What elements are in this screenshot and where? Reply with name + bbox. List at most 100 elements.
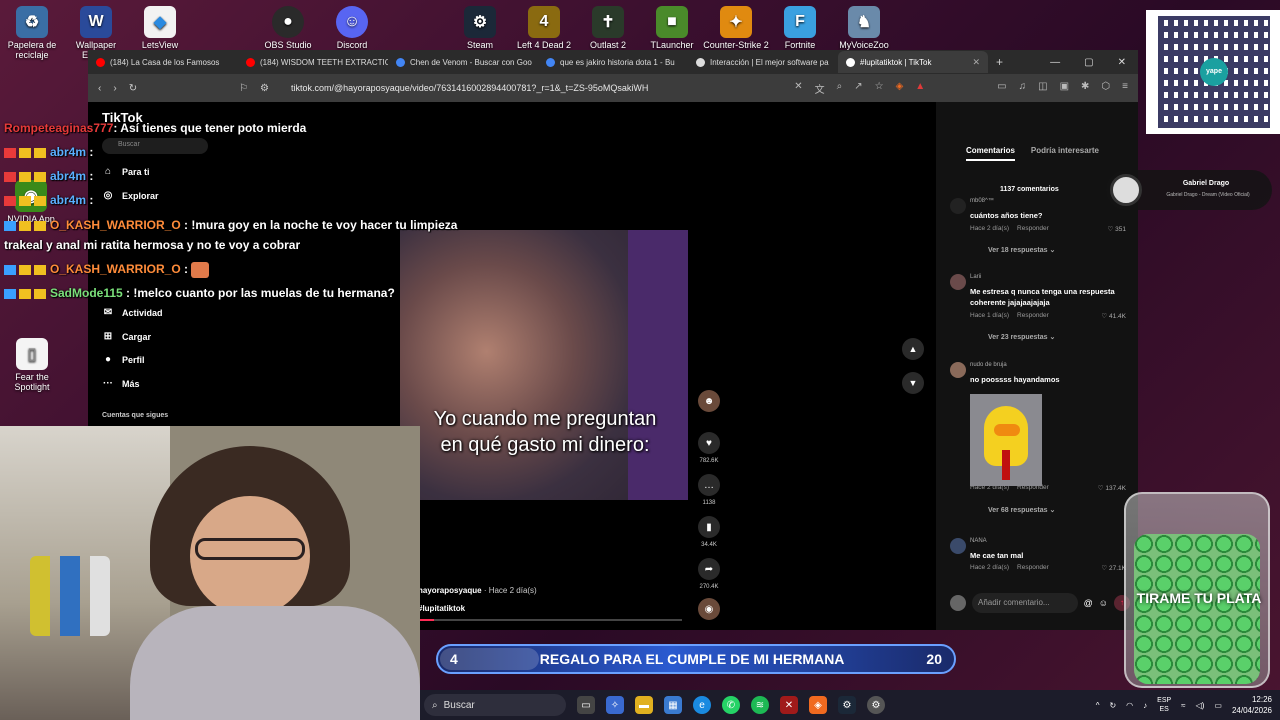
file-explorer-icon[interactable]: ▬ <box>635 696 653 714</box>
translate-icon[interactable]: 文 <box>815 81 825 96</box>
volume-icon[interactable]: ◁) <box>1196 701 1205 710</box>
language-indicator[interactable]: ESP ES <box>1157 696 1171 714</box>
brave-icon[interactable]: ◈ <box>809 696 827 714</box>
bookmark-icon[interactable]: ⚐ <box>239 83 248 94</box>
sidebar-icon[interactable]: ▭ <box>997 81 1006 96</box>
close-tab-icon[interactable]: ✕ <box>972 57 980 68</box>
nav-perfil[interactable]: ● Perfil <box>102 354 145 366</box>
view-replies-button[interactable]: Ver 18 respuestas ⌄ <box>988 246 1055 254</box>
edge-icon[interactable]: e <box>693 696 711 714</box>
brave-shield-icon[interactable]: ◈ <box>896 81 904 96</box>
music-icon[interactable]: ♫ <box>1019 81 1027 96</box>
reply-button[interactable]: Responder <box>1017 225 1049 232</box>
save-button[interactable]: ▮ 34.4K <box>696 516 722 548</box>
new-tab-icon[interactable]: + <box>996 55 1003 69</box>
comment-like-button[interactable]: ♡ 27.1K <box>1101 564 1126 572</box>
battery-icon[interactable]: ▭ <box>1214 701 1222 710</box>
tiktok-search-input[interactable]: Buscar <box>102 138 208 154</box>
obs-shortcut[interactable]: ● OBS Studio <box>253 6 323 50</box>
forward-icon[interactable]: › <box>113 83 116 94</box>
browser-tab[interactable]: Interacción | El mejor software pa <box>688 51 838 73</box>
avatar[interactable] <box>950 362 966 378</box>
nav-mas[interactable]: ··· Más <box>102 378 140 390</box>
video-player[interactable]: Yo cuando me preguntan en qué gasto mi d… <box>400 230 688 500</box>
network-icon[interactable]: ◠ <box>1126 701 1133 710</box>
steam-icon[interactable]: ⚙ <box>838 696 856 714</box>
next-video-button[interactable]: ▼ <box>902 372 924 394</box>
video-hashtag[interactable]: #lupitatiktok <box>418 604 465 613</box>
copilot-icon[interactable]: ✧ <box>606 696 624 714</box>
extensions-icon[interactable]: ✱ <box>1081 81 1089 96</box>
spotify-icon[interactable]: ≋ <box>751 696 769 714</box>
taskbar-search[interactable]: ⌕ Buscar <box>424 694 566 716</box>
tlauncher-shortcut[interactable]: ■ TLauncher <box>637 6 707 50</box>
browser-tab[interactable]: (184) La Casa de los Famosos <box>88 51 238 73</box>
menu-icon[interactable]: ≡ <box>1122 81 1128 96</box>
comment-like-button[interactable]: ♡ 137.4K <box>1098 484 1126 492</box>
avatar[interactable] <box>950 198 966 214</box>
split-view-icon[interactable]: ◫ <box>1038 81 1047 96</box>
chevron-up-icon[interactable]: ^ <box>1096 701 1100 710</box>
l4d2-shortcut[interactable]: 4 Left 4 Dead 2 <box>509 6 579 50</box>
fear-the-spotlight-shortcut[interactable]: ▯ Fear the Spotlight <box>0 338 67 392</box>
vpn-icon[interactable]: ⬡ <box>1101 81 1110 96</box>
avatar[interactable] <box>950 538 966 554</box>
comment-image-duck[interactable] <box>970 394 1042 486</box>
share-icon[interactable]: ↗ <box>854 81 862 96</box>
star-icon[interactable]: ☆ <box>875 81 884 96</box>
nav-explorar[interactable]: ◎ Explorar <box>102 190 159 202</box>
steam-shortcut[interactable]: ⚙ Steam <box>445 6 515 50</box>
brave-rewards-icon[interactable]: ▲ <box>915 81 925 96</box>
video-author[interactable]: hayoraposyaque <box>418 586 482 595</box>
minimize-icon[interactable]: — <box>1050 57 1060 68</box>
close-window-icon[interactable]: ✕ <box>1118 57 1126 68</box>
like-button[interactable]: ♥ 782.6K <box>696 432 722 464</box>
reply-button[interactable]: Responder <box>1017 312 1049 319</box>
tab-podria-interesarte[interactable]: Podría interesarte <box>1031 146 1099 161</box>
wifi-icon[interactable]: ≈ <box>1181 701 1185 710</box>
browser-tab[interactable]: (184) WISDOM TEETH EXTRACTIO <box>238 51 388 73</box>
settings-icon[interactable]: ⚙ <box>867 696 885 714</box>
previous-video-button[interactable]: ▲ <box>902 338 924 360</box>
outlast-shortcut[interactable]: ✝ Outlast 2 <box>573 6 643 50</box>
nav-actividad[interactable]: ✉ Actividad <box>102 307 163 319</box>
comment-like-button[interactable]: ♡ 41.4K <box>1101 312 1126 320</box>
sound-avatar-button[interactable]: ◉ <box>696 598 722 620</box>
view-replies-button[interactable]: Ver 68 respuestas ⌄ <box>988 506 1055 514</box>
video-progress-bar[interactable] <box>418 619 682 621</box>
browser-tab[interactable]: que es jakiro historia dota 1 - Bu <box>538 51 688 73</box>
mute-icon[interactable]: ✕ <box>794 81 802 96</box>
store-icon[interactable]: ▦ <box>664 696 682 714</box>
comment-input[interactable]: Añadir comentario... <box>972 593 1078 613</box>
back-icon[interactable]: ‹ <box>98 83 101 94</box>
emoji-icon[interactable]: ☺ <box>1099 598 1108 608</box>
zoom-icon[interactable]: ⌕ <box>837 81 843 96</box>
browser-tab-active[interactable]: #lupitatiktok | TikTok ✕ <box>838 51 988 73</box>
view-replies-button[interactable]: Ver 23 respuestas ⌄ <box>988 333 1055 341</box>
comment-like-button[interactable]: ♡ 351 <box>1108 225 1127 233</box>
wallet-icon[interactable]: ▣ <box>1060 81 1069 96</box>
whatsapp-icon[interactable]: ✆ <box>722 696 740 714</box>
game-icon[interactable]: ✕ <box>780 696 798 714</box>
browser-tab[interactable]: Chen de Venom - Buscar con Goo <box>388 51 538 73</box>
myvoicezoo-shortcut[interactable]: ♞ MyVoiceZoo <box>829 6 899 50</box>
tab-comentarios[interactable]: Comentarios <box>966 146 1015 161</box>
url-field[interactable]: tiktok.com/@hayoraposyaque/video/7631416… <box>291 83 648 93</box>
task-view-icon[interactable]: ▭ <box>577 696 595 714</box>
microphone-icon[interactable]: ♪ <box>1143 701 1147 710</box>
sync-icon[interactable]: ↻ <box>1109 701 1116 710</box>
nav-cargar[interactable]: ⊞ Cargar <box>102 331 151 343</box>
fortnite-shortcut[interactable]: F Fortnite <box>765 6 835 50</box>
cs2-shortcut[interactable]: ✦ Counter-Strike 2 <box>701 6 771 50</box>
comments-button[interactable]: … 1138 <box>696 474 722 506</box>
creator-avatar-button[interactable]: ☻ <box>696 390 722 412</box>
site-info-icon[interactable]: ⚙ <box>260 83 269 94</box>
reload-icon[interactable]: ↻ <box>129 83 137 94</box>
letsview-shortcut[interactable]: ◆ LetsView <box>125 6 195 50</box>
mention-icon[interactable]: @ <box>1084 598 1093 608</box>
clock[interactable]: 12:26 24/04/2026 <box>1232 694 1272 716</box>
nav-para-ti[interactable]: ⌂ Para ti <box>102 166 150 178</box>
discord-shortcut[interactable]: ☺ Discord <box>317 6 387 50</box>
share-button[interactable]: ➦ 270.4K <box>696 558 722 590</box>
avatar[interactable] <box>950 274 966 290</box>
